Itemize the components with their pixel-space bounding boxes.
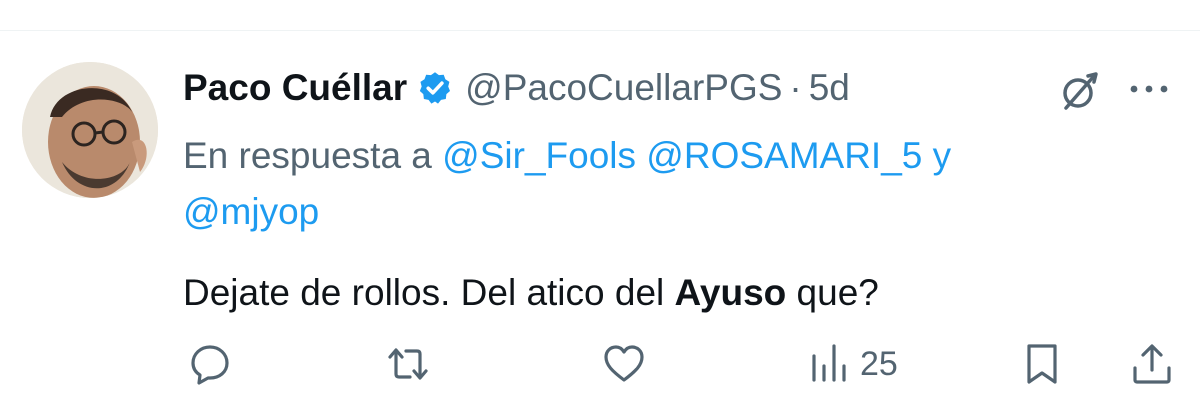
tweet-header: Paco Cuéllar @PacoCuellarPGS · 5d — [183, 62, 850, 114]
tweet-text-part: que? — [786, 272, 879, 313]
verified-badge-icon — [420, 72, 451, 104]
tweet-text: Dejate de rollos. Del atico del Ayuso qu… — [183, 265, 879, 321]
author-name[interactable]: Paco Cuéllar — [183, 67, 407, 109]
mention-link[interactable]: @ROSAMARI_5 — [646, 135, 922, 176]
author-handle[interactable]: @PacoCuellarPGS — [465, 67, 782, 109]
grok-icon[interactable] — [1058, 70, 1102, 114]
share-icon — [1133, 344, 1171, 384]
like-button[interactable] — [602, 336, 646, 392]
mention-link[interactable]: @mjyop — [183, 191, 319, 232]
mention-link[interactable]: @Sir_Fools — [442, 135, 636, 176]
retweet-button[interactable] — [386, 336, 430, 392]
bookmark-button[interactable] — [1020, 336, 1064, 392]
bookmark-icon — [1027, 344, 1057, 384]
reply-context: En respuesta a @Sir_Fools @ROSAMARI_5 y … — [183, 128, 1113, 240]
views-button[interactable]: 25 — [808, 336, 898, 392]
tweet-text-bold: Ayuso — [674, 272, 787, 313]
reply-prefix: En respuesta a — [183, 135, 432, 176]
avatar[interactable] — [22, 62, 158, 198]
tweet-text-part: Dejate de rollos. Del atico del — [183, 272, 675, 313]
reply-button[interactable] — [188, 336, 232, 392]
separator-dot: · — [789, 67, 802, 108]
views-count: 25 — [860, 344, 898, 383]
more-icon[interactable] — [1128, 82, 1170, 96]
avatar-photo — [22, 62, 158, 198]
mention-conjunction: y — [932, 135, 952, 176]
like-icon — [604, 345, 644, 382]
tweet-time[interactable]: 5d — [809, 67, 850, 109]
retweet-icon — [388, 348, 428, 380]
views-icon — [812, 344, 846, 382]
share-button[interactable] — [1130, 336, 1174, 392]
action-bar: 25 — [0, 336, 1200, 392]
reply-icon — [191, 345, 229, 385]
top-divider — [0, 30, 1200, 31]
